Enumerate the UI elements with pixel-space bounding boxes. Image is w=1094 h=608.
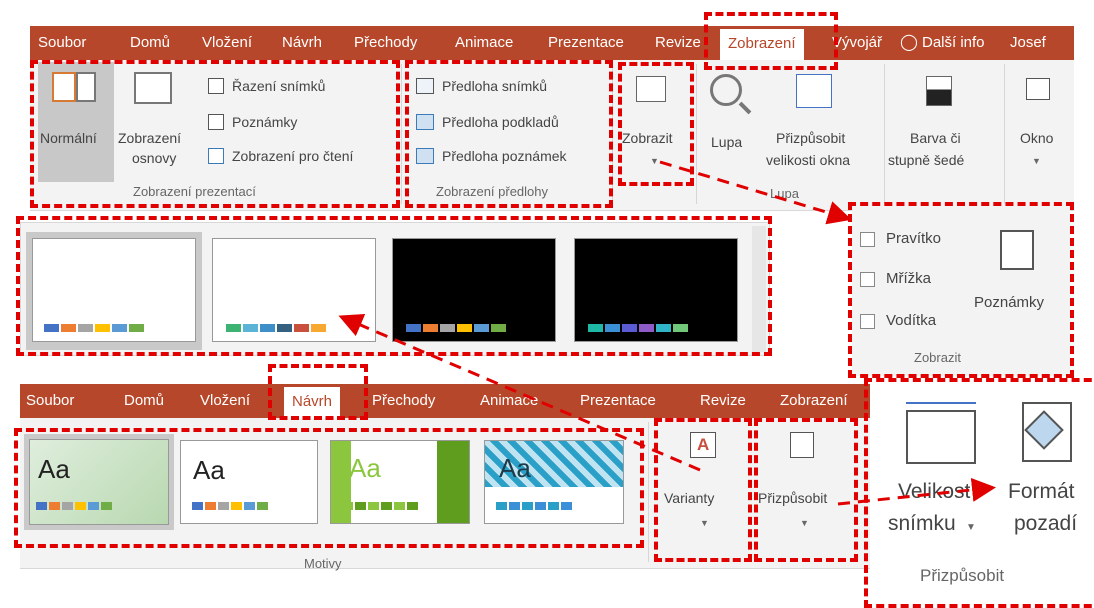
annotation-arrows [338,160,996,506]
arrow-customize-to-panel [837,477,996,506]
arrow-show-to-panel [659,160,852,225]
arrow-variants-to-gallery [338,314,701,472]
